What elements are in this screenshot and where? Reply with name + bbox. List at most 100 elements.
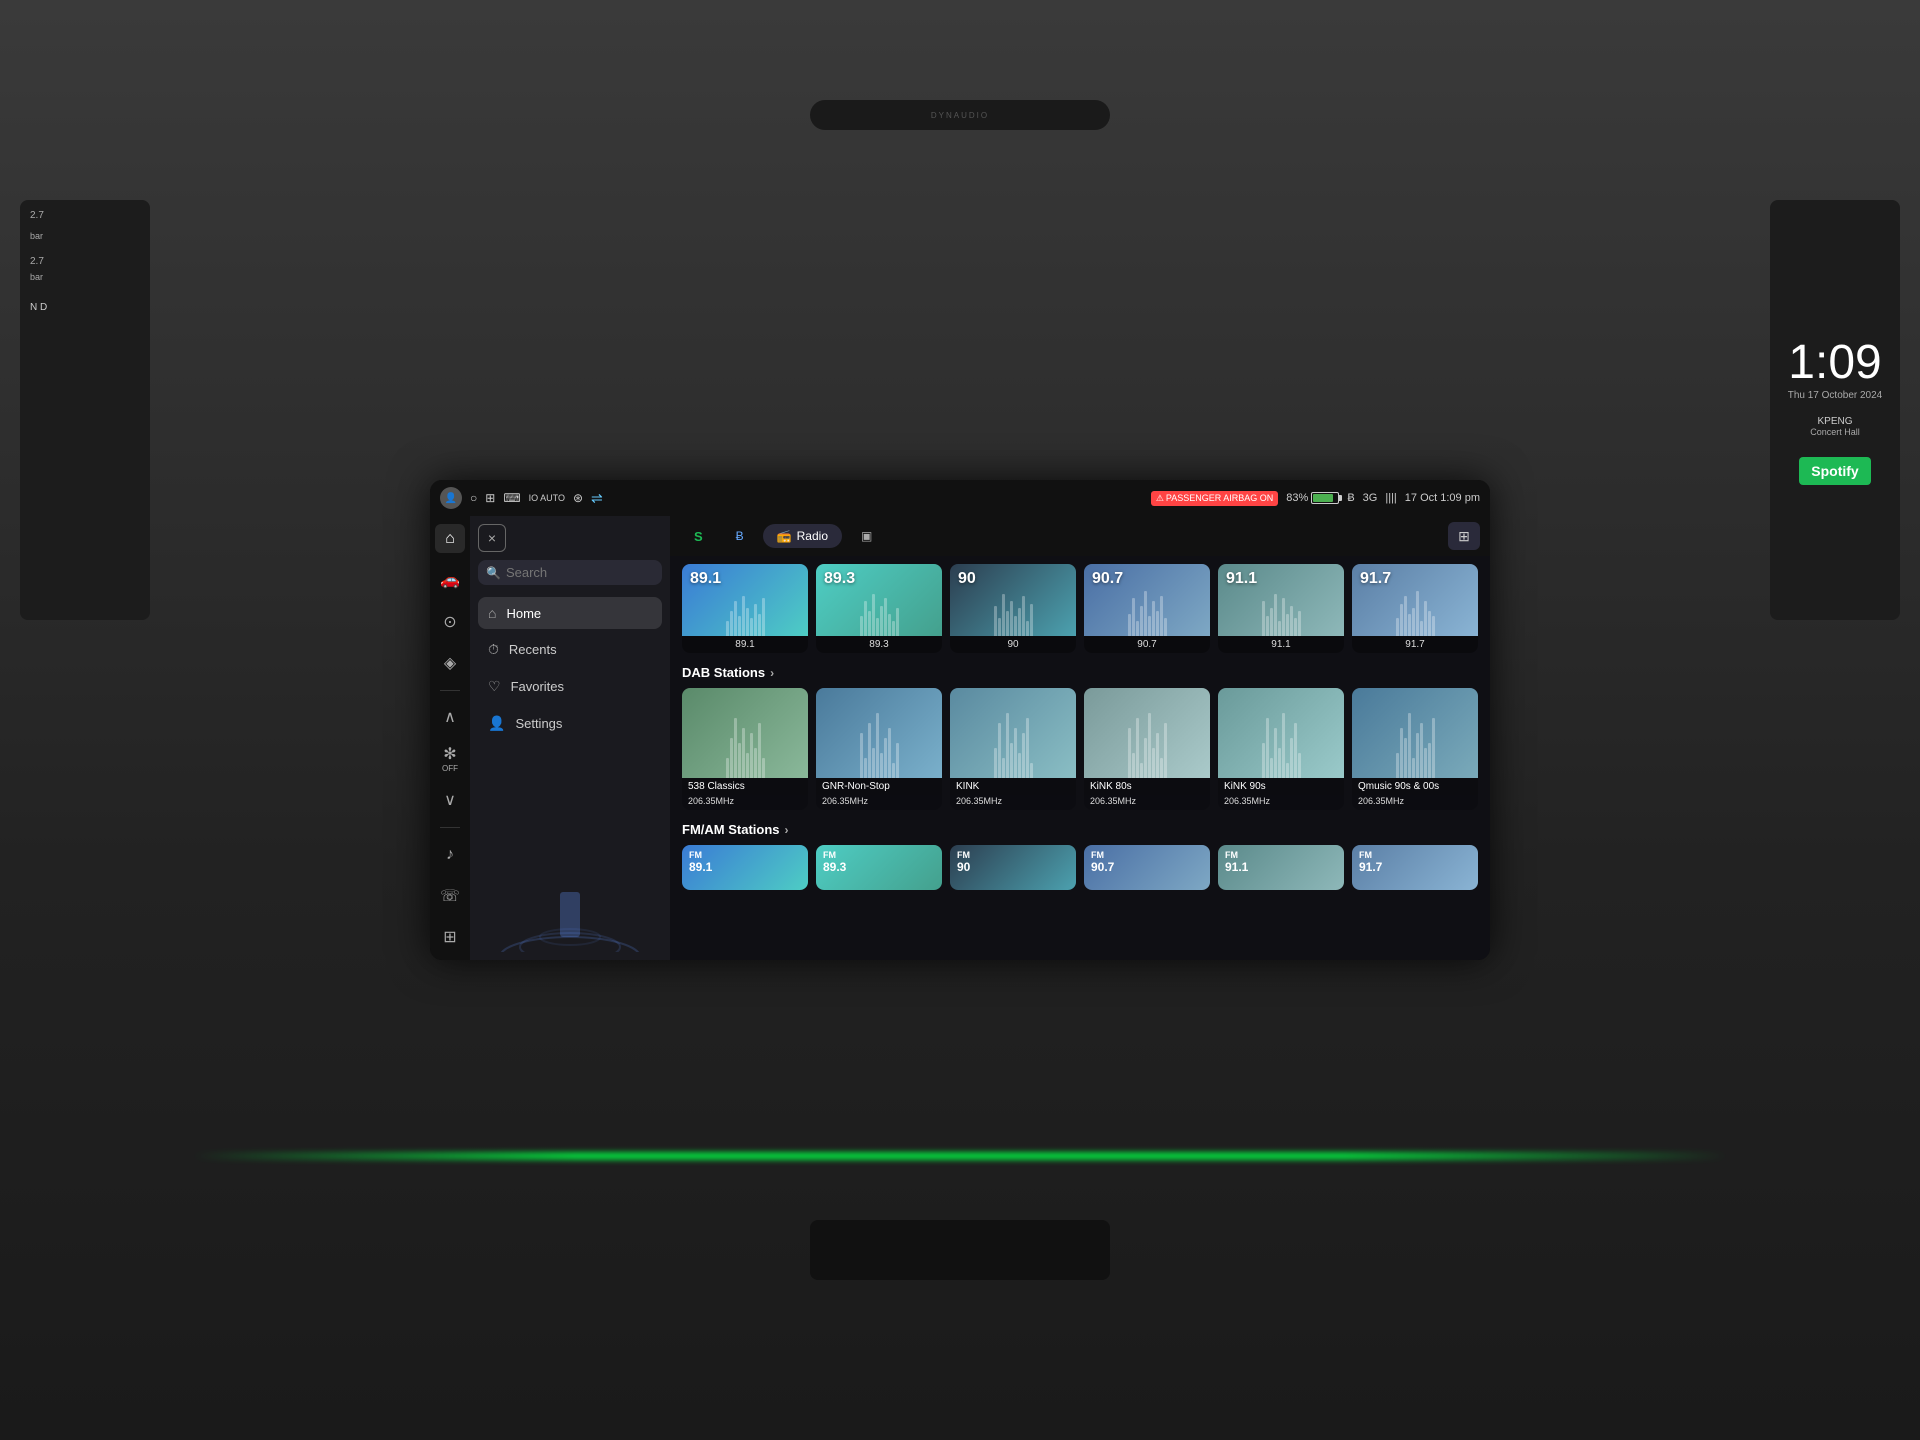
dab-station-gnr-name: GNR-Non-Stop [816,778,942,795]
nav-home[interactable]: ⌂ [435,524,465,553]
station-sub-893: 89.3 [816,636,942,653]
tabs-bar: S Ƀ 📻 Radio ▣ ⊞ [670,516,1490,556]
nav-music[interactable]: ♪ [435,840,465,869]
favorites-icon: ♡ [488,678,501,695]
spotify-badge: Spotify [1799,457,1870,485]
fmam-section-title: FM/AM Stations › [682,822,789,837]
fmam-freq-5: 91.1 [1225,860,1248,874]
dab-arrow: › [770,666,774,680]
station-sub-907: 90.7 [1084,636,1210,653]
tab-spotify[interactable]: S [680,524,717,549]
sidebar-item-settings[interactable]: 👤 Settings [478,707,662,740]
search-bar[interactable]: 🔍 [478,560,662,585]
dab-station-538-freq: 206.35MHz [682,795,808,810]
settings-person-icon: 👤 [488,715,505,732]
fmam-section-header: FM/AM Stations › [682,822,1478,837]
nav-mask[interactable]: ◈ [435,648,465,677]
nav-car[interactable]: 🚗 [435,565,465,594]
tab-bluetooth[interactable]: Ƀ [722,524,758,548]
dab-station-538-classics[interactable]: 538 Classics 206.35MHz [682,688,808,810]
dab-section-title: DAB Stations › [682,665,774,680]
fmam-band-2: FM [823,850,846,860]
sidebar-decoration [478,744,662,952]
station-sub-917: 91.7 [1352,636,1478,653]
fmam-station-2[interactable]: FM 89.3 [816,845,942,890]
side-time-display: 1:09 [1788,335,1881,390]
avatar: 👤 [440,487,462,509]
tab-radio[interactable]: 📻 Radio [763,524,842,548]
fmam-station-3[interactable]: FM 90 [950,845,1076,890]
fm-station-89-1[interactable]: 89.1 89.1 [682,564,808,653]
radio-icon: 📻 [777,529,792,543]
fmam-station-6[interactable]: FM 91.7 [1352,845,1478,890]
fmam-station-1[interactable]: FM 89.1 [682,845,808,890]
nav-apps[interactable]: ⊞ [435,923,465,952]
dab-station-kink80s-name: KiNK 80s [1084,778,1210,795]
infotainment-screen: 👤 ○ ⊞ ⌨ IO AUTO ⊛ ⇌ ⚠ PASSENGER AIRBAG O… [430,480,1490,960]
nav-chevron-up[interactable]: ∧ [435,703,465,732]
fm-station-90[interactable]: 90 90 [950,564,1076,653]
datetime: 17 Oct 1:09 pm [1405,492,1480,504]
search-icon: 🔍 [486,566,501,580]
wifi-icon: ⊛ [573,491,583,505]
station-freq-911: 91.1 [1226,570,1257,588]
station-freq-907: 90.7 [1092,570,1123,588]
station-sub-911: 91.1 [1218,636,1344,653]
dab-station-kink-name: KINK [950,778,1076,795]
side-artist: KPENG [1817,416,1852,427]
status-left: 👤 ○ ⊞ ⌨ IO AUTO ⊛ ⇌ [440,487,603,509]
sidebar-item-favorites-label: Favorites [511,679,564,694]
fmam-band-1: FM [689,850,712,860]
dab-station-kink80s[interactable]: KiNK 80s 206.35MHz [1084,688,1210,810]
dab-stations-row: 538 Classics 206.35MHz GNR-Non-Stop [682,688,1478,810]
side-date-display: Thu 17 October 2024 [1788,390,1883,401]
sidebar-item-home[interactable]: ⌂ Home [478,597,662,629]
dab-station-538-name: 538 Classics [682,778,808,795]
station-sub-891: 89.1 [682,636,808,653]
sidebar-item-favorites[interactable]: ♡ Favorites [478,670,662,703]
home-icon: ⌂ [488,605,496,621]
tab-media[interactable]: ▣ [847,524,886,548]
dab-station-kink[interactable]: KINK 206.35MHz [950,688,1076,810]
fmam-band-6: FM [1359,850,1382,860]
filter-icon: ⊞ [1458,528,1470,545]
dab-station-qmusic[interactable]: Qmusic 90s & 00s 206.35MHz [1352,688,1478,810]
filter-button[interactable]: ⊞ [1448,522,1480,550]
signal-icon: |||| [1385,492,1396,504]
dab-station-kink90s[interactable]: KiNK 90s 206.35MHz [1218,688,1344,810]
close-button[interactable]: × [478,524,506,552]
nav-phone[interactable]: ☏ [435,881,465,910]
recents-icon: ⏱ [488,641,499,658]
sidebar-item-recents[interactable]: ⏱ Recents [478,633,662,666]
fmam-freq-4: 90.7 [1091,860,1114,874]
nav-steering[interactable]: ⊙ [435,607,465,636]
radio-content: S Ƀ 📻 Radio ▣ ⊞ [670,516,1490,960]
content-scroll[interactable]: 89.1 89.1 89.3 [670,556,1490,960]
side-track: Concert Hall [1810,427,1860,437]
grid-icon: ⊞ [485,491,495,505]
fm-station-90-7[interactable]: 90.7 90.7 [1084,564,1210,653]
left-nav: ⌂ 🚗 ⊙ ◈ ∧ ✻ OFF ∨ ♪ ☏ ⊞ [430,516,470,960]
search-input[interactable] [506,565,654,580]
dab-station-kink90s-name: KiNK 90s [1218,778,1344,795]
fm-station-91-1[interactable]: 91.1 91.1 [1218,564,1344,653]
station-freq-893: 89.3 [824,570,855,588]
fm-station-89-3[interactable]: 89.3 89.3 [816,564,942,653]
fmam-station-5[interactable]: FM 91.1 [1218,845,1344,890]
nav-chevron-down[interactable]: ∨ [435,785,465,814]
spotify-icon: S [694,529,703,544]
status-bar: 👤 ○ ⊞ ⌨ IO AUTO ⊛ ⇌ ⚠ PASSENGER AIRBAG O… [430,480,1490,516]
station-sub-90: 90 [950,636,1076,653]
fmam-freq-3: 90 [957,860,970,874]
fmam-station-4[interactable]: FM 90.7 [1084,845,1210,890]
fm-station-91-7[interactable]: 91.7 91.7 [1352,564,1478,653]
main-content: ⌂ 🚗 ⊙ ◈ ∧ ✻ OFF ∨ ♪ ☏ ⊞ [430,516,1490,960]
dab-station-kink-freq: 206.35MHz [950,795,1076,810]
dab-station-gnr[interactable]: GNR-Non-Stop 206.35MHz [816,688,942,810]
fmam-stations-row: FM 89.1 FM 89.3 [682,845,1478,890]
ambient-light [0,1152,1920,1160]
fmam-freq-6: 91.7 [1359,860,1382,874]
nav-separator-1 [440,690,460,691]
speaker-grill [810,100,1110,130]
nav-fan[interactable]: ✻ OFF [435,744,465,773]
